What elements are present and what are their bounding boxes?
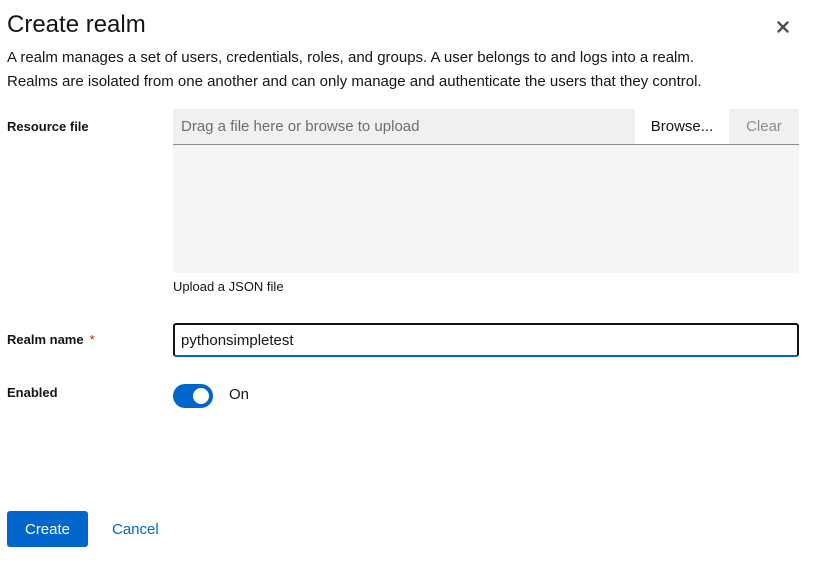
description-line-1: A realm manages a set of users, credenti…	[7, 49, 695, 66]
required-marker: *	[89, 332, 95, 347]
enabled-toggle[interactable]	[173, 384, 213, 408]
modal-title: Create realm	[7, 11, 146, 38]
close-button[interactable]	[770, 14, 796, 40]
enabled-label: Enabled	[7, 385, 58, 400]
file-contents-area[interactable]	[173, 145, 799, 273]
realm-name-label: Realm name *	[7, 332, 95, 347]
resource-file-helper-text: Upload a JSON file	[173, 279, 284, 294]
realm-name-input[interactable]	[173, 323, 799, 357]
toggle-knob	[193, 388, 209, 404]
resource-file-label: Resource file	[7, 119, 89, 134]
modal-description: A realm manages a set of users, credenti…	[7, 46, 797, 94]
close-icon	[777, 21, 789, 33]
file-upload-input[interactable]	[173, 109, 635, 144]
create-button[interactable]: Create	[7, 511, 88, 547]
file-upload-row: Browse... Clear	[173, 109, 799, 145]
realm-name-label-text: Realm name	[7, 332, 84, 347]
cancel-button[interactable]: Cancel	[100, 511, 171, 547]
enabled-state-label: On	[229, 386, 250, 403]
clear-button[interactable]: Clear	[729, 109, 799, 144]
browse-button[interactable]: Browse...	[635, 109, 729, 144]
file-upload[interactable]: Browse... Clear	[173, 109, 799, 273]
description-line-2: Realms are isolated from one another and…	[7, 73, 702, 90]
